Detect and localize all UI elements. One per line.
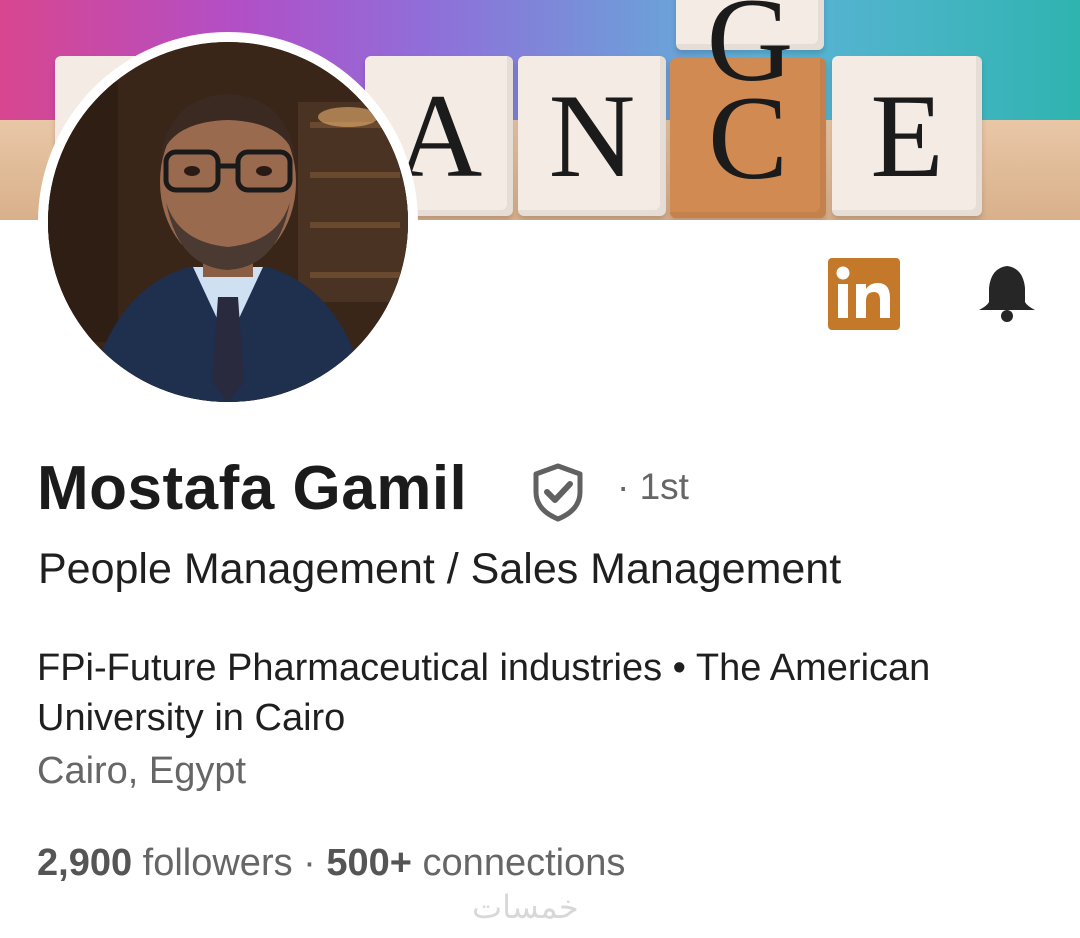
linkedin-icon[interactable] — [828, 258, 900, 330]
verified-glyph — [533, 463, 583, 522]
avatar-photo — [48, 42, 408, 402]
bell-icon[interactable] — [975, 262, 1039, 326]
stats-separator: · — [292, 842, 327, 884]
profile-name: Mostafa Gamil — [37, 454, 468, 523]
connections-label: connections — [422, 842, 626, 884]
profile-organizations[interactable]: FPi-Future Pharmaceutical industries • T… — [37, 643, 1047, 743]
watermark: خمسات — [472, 889, 579, 925]
profile-stats: 2,900 followers · 500+ connections — [37, 842, 625, 885]
banner-tile: E — [832, 56, 982, 216]
followers-count: 2,900 — [37, 842, 133, 884]
verified-shield-icon[interactable] — [528, 462, 588, 522]
banner-tile: N — [518, 56, 666, 216]
connection-degree: · 1st — [617, 466, 689, 507]
linkedin-glyph — [836, 266, 890, 318]
connections-link[interactable]: 500+ connections — [326, 842, 625, 884]
bell-glyph — [979, 266, 1035, 322]
profile-location: Cairo, Egypt — [37, 750, 247, 792]
connections-count: 500+ — [326, 842, 412, 884]
avatar[interactable] — [38, 32, 418, 412]
followers-link[interactable]: 2,900 followers — [37, 842, 293, 884]
banner-tile: G — [676, 0, 824, 100]
profile-headline: People Management / Sales Management — [38, 545, 842, 593]
avatar-portrait — [48, 42, 408, 402]
followers-label: followers — [142, 842, 293, 884]
banner-tile-letter: G — [706, 0, 794, 106]
